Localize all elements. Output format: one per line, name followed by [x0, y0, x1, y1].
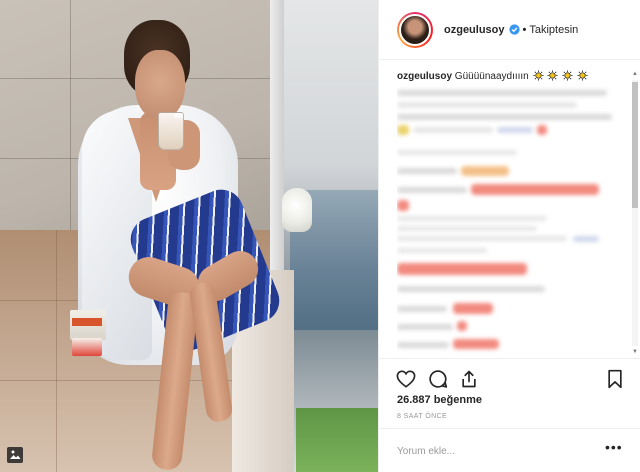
scroll-thumb[interactable]: [632, 82, 638, 208]
sun-emoji-icon: [532, 70, 544, 81]
comment-form: •••: [379, 428, 640, 472]
caption-username[interactable]: ozgeulusoy: [397, 71, 452, 82]
post-photo[interactable]: [0, 0, 378, 472]
blurred-comment: [397, 286, 545, 292]
scroll-down-arrow-icon[interactable]: ▼: [631, 348, 639, 356]
post-timestamp[interactable]: 8 SAAT ÖNCE: [397, 413, 447, 420]
post-caption: ozgeulusoy Güüüünaaydıııın: [397, 70, 627, 84]
post-header: ozgeulusoy • Takiptesin: [379, 0, 640, 60]
header-text: ozgeulusoy • Takiptesin: [444, 24, 578, 36]
sun-emoji-icon: [547, 70, 558, 81]
blurred-comment: [397, 150, 517, 155]
face: [135, 50, 185, 120]
blurred-comment: [397, 114, 612, 120]
blurred-comment: [397, 248, 487, 253]
blurred-comment: [397, 90, 607, 96]
sun-emoji-icon: [577, 70, 588, 81]
product-box: [72, 338, 102, 356]
comments-list: ozgeulusoy Güüüünaaydıııın: [397, 70, 627, 356]
avatar-image: [399, 13, 431, 46]
blurred-comment: [397, 324, 453, 330]
blurred-comment: [397, 187, 467, 193]
blurred-comment: [397, 216, 547, 221]
separator-dot: •: [522, 23, 527, 36]
bookmark-icon[interactable]: [603, 367, 627, 391]
sun-emoji-icon: [562, 70, 573, 81]
blurred-comment: [397, 306, 447, 312]
floor-grout-line: [56, 230, 57, 472]
blurred-comment: [453, 339, 499, 349]
blurred-comment: [397, 168, 457, 174]
blurred-comment: [413, 127, 493, 133]
blurred-comment: [397, 342, 449, 348]
comment-icon[interactable]: [426, 367, 450, 391]
blurred-comment: [537, 125, 547, 135]
blurred-comment: [457, 321, 467, 331]
post-sidebar: ozgeulusoy • Takiptesin ozgeulusoy Güüüü…: [378, 0, 640, 472]
avatar[interactable]: [397, 11, 433, 48]
verified-badge-icon: [508, 24, 520, 35]
scroll-up-arrow-icon[interactable]: ▲: [631, 70, 639, 78]
following-status-button[interactable]: Takiptesin: [529, 24, 578, 36]
window-grass: [296, 408, 378, 472]
lamp: [282, 188, 312, 232]
blurred-comment: [573, 236, 599, 242]
blurred-comment: [397, 200, 409, 211]
blurred-comment: [397, 226, 537, 231]
action-bar: [379, 358, 640, 398]
comments-scrollbar[interactable]: ▲ ▼: [631, 70, 639, 356]
drinking-glass: [158, 112, 184, 150]
blurred-comment: [461, 166, 509, 176]
share-icon[interactable]: [457, 367, 481, 391]
gallery-icon[interactable]: [4, 444, 26, 466]
likes-count[interactable]: 26.887 beğenme: [397, 394, 482, 406]
more-options-button[interactable]: •••: [605, 440, 625, 457]
blurred-comment: [397, 125, 409, 135]
username-link[interactable]: ozgeulusoy: [444, 24, 505, 36]
wall-grout-line: [70, 0, 71, 230]
blurred-comment: [397, 236, 567, 241]
caption-text: Güüüünaaydıııın: [454, 71, 529, 82]
comment-input[interactable]: [397, 443, 587, 459]
blurred-comment: [497, 127, 533, 133]
blurred-comment: [453, 303, 493, 314]
heart-icon[interactable]: [394, 367, 418, 391]
blurred-comment: [397, 102, 577, 108]
blurred-comment: [397, 263, 527, 275]
blurred-comment: [471, 184, 599, 195]
product-label: [72, 318, 102, 326]
